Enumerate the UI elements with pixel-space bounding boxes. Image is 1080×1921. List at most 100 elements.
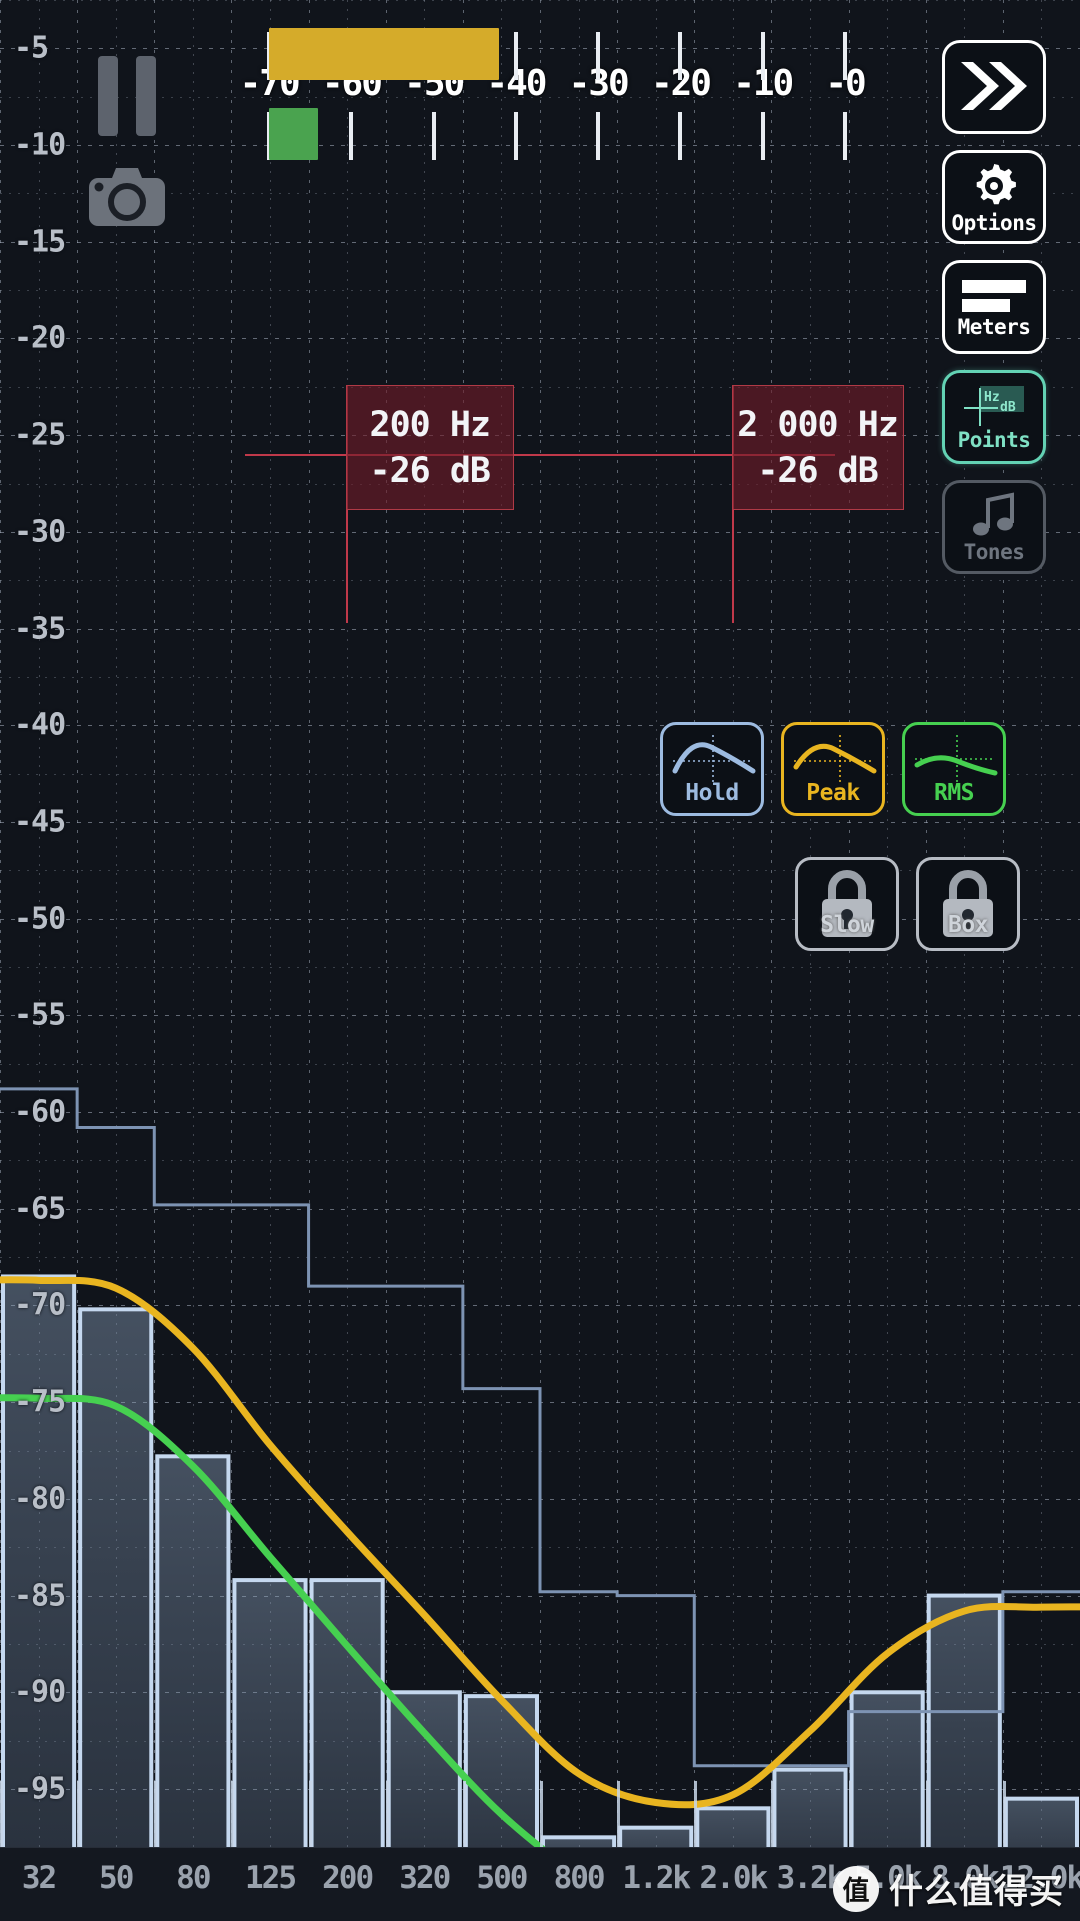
rms-label: RMS (933, 780, 975, 806)
x-axis-label: 500 (476, 1860, 528, 1896)
right-toolbar: Options Meters Hz dB Points Tones (942, 40, 1046, 590)
x-axis-tick (462, 1781, 466, 1847)
meters-label: Meters (957, 314, 1031, 339)
svg-text:dB: dB (1000, 400, 1016, 415)
marker-frequency-label: 2 000 Hz (737, 404, 899, 445)
options-button[interactable]: Options (942, 150, 1046, 244)
pause-bar-left (98, 56, 118, 136)
x-axis-tick (231, 1781, 235, 1847)
x-axis-tick (617, 1781, 621, 1847)
x-axis-tick (77, 1781, 81, 1847)
meter-scale-tick (596, 32, 601, 80)
spectrum-bar (155, 1454, 231, 1890)
meter-scale-tick (349, 112, 354, 160)
meter-scale-tick (678, 32, 683, 80)
y-axis-label: -55 (14, 997, 66, 1033)
marker-frequency-label: 200 Hz (369, 404, 491, 445)
meter-scale-tick (513, 112, 518, 160)
rms-button[interactable]: RMS (902, 722, 1006, 816)
options-label: Options (951, 210, 1037, 235)
marker-2[interactable]: 2 000 Hz -26 dB (731, 385, 904, 510)
music-note-icon (973, 492, 1014, 535)
y-axis-label: -80 (14, 1481, 66, 1517)
y-axis-label: -70 (14, 1287, 66, 1323)
marker-db-label: -26 dB (757, 450, 878, 491)
meter-scale-tick (513, 32, 518, 80)
y-axis-label: -95 (14, 1771, 66, 1807)
pause-button[interactable] (98, 56, 156, 136)
meter-scale-tick (760, 112, 765, 160)
y-axis-label: -40 (14, 707, 66, 743)
x-axis-tick (694, 1781, 698, 1847)
meters-button[interactable]: Meters (942, 260, 1046, 354)
box-button[interactable]: Box (916, 857, 1020, 951)
slow-label: Slow (820, 912, 874, 938)
x-axis-tick (385, 1781, 389, 1847)
rms-meter (269, 108, 319, 160)
meter-scale-tick (760, 32, 765, 80)
y-axis-label: -90 (14, 1674, 66, 1710)
curve-icon (672, 735, 756, 783)
lock-toggle-row: Slow Box (795, 857, 1020, 951)
spectrum-analyzer-app: -5 -10 -15 -20 -25 -30 -35 -40 -45 -50 -55 -60 -65 -7… (0, 0, 1080, 1921)
x-axis-tick (540, 1781, 543, 1847)
y-axis-label: -15 (14, 224, 66, 260)
x-axis-tick (1002, 1781, 1006, 1847)
y-axis-label: -75 (14, 1384, 66, 1420)
tones-button[interactable]: Tones (942, 480, 1046, 574)
chart-canvas (0, 1087, 1080, 1921)
peak-button[interactable]: Peak (781, 722, 885, 816)
x-axis-label: 200 (322, 1860, 374, 1896)
x-axis-label: 80 (176, 1860, 211, 1896)
x-axis-label: 50 (99, 1860, 134, 1896)
bars-icon (962, 279, 1026, 312)
meter-scale-tick (843, 112, 847, 160)
camera-icon (89, 168, 165, 226)
hold-label: Hold (685, 780, 739, 806)
y-axis-label: -30 (14, 514, 66, 550)
points-button[interactable]: Hz dB Points (942, 370, 1046, 464)
x-axis-label: 2.0k (699, 1860, 769, 1896)
peak-meter (269, 28, 500, 80)
watermark-logo: 值 (833, 1865, 879, 1912)
meter-scale-tick (431, 112, 436, 160)
meter-scale-tick (843, 32, 847, 80)
gear-icon (976, 163, 1016, 204)
x-axis-tick (308, 1781, 312, 1847)
y-axis-label: -85 (14, 1578, 66, 1614)
hz-db-icon: Hz dB (964, 385, 1024, 426)
y-axis-label: -35 (14, 611, 66, 647)
x-axis-label: 32 (21, 1860, 57, 1896)
double-chevron-right-icon (961, 62, 1027, 110)
watermark-text: 什么值得买 (889, 1872, 1064, 1912)
marker-1[interactable]: 200 Hz -26 dB (345, 385, 514, 510)
x-axis-tick (771, 1781, 775, 1847)
hold-button[interactable]: Hold (660, 722, 764, 816)
curve-icon (914, 735, 998, 783)
x-axis-tick (848, 1781, 852, 1847)
spectrum-bar (926, 1593, 1002, 1889)
peak-label: Peak (806, 780, 860, 806)
y-axis-label: -65 (14, 1191, 66, 1227)
svg-text:Hz: Hz (984, 390, 1000, 405)
y-axis-label: -5 (14, 30, 49, 66)
x-axis-tick (154, 1781, 158, 1847)
y-axis-label: -50 (14, 901, 66, 937)
screenshot-button[interactable] (88, 166, 166, 228)
spectrum-bar (232, 1578, 308, 1889)
spectrum-bar (309, 1578, 385, 1889)
x-axis-tick (0, 1781, 3, 1847)
tones-label: Tones (963, 539, 1025, 564)
y-axis-label: -45 (14, 804, 66, 840)
slow-button[interactable]: Slow (795, 857, 899, 951)
meter-scale-tick (678, 112, 683, 160)
x-axis-label: 1.2k (622, 1860, 691, 1896)
spectrum-plot[interactable] (0, 0, 1080, 1921)
y-axis-label: -20 (14, 320, 66, 356)
box-label: Box (947, 912, 989, 938)
pause-bar-right (136, 56, 156, 136)
y-axis-label: -25 (14, 417, 66, 453)
curve-toggle-row: Hold Peak RMS (660, 722, 1006, 816)
expand-button[interactable] (942, 40, 1046, 134)
x-axis-label: 320 (399, 1860, 451, 1896)
